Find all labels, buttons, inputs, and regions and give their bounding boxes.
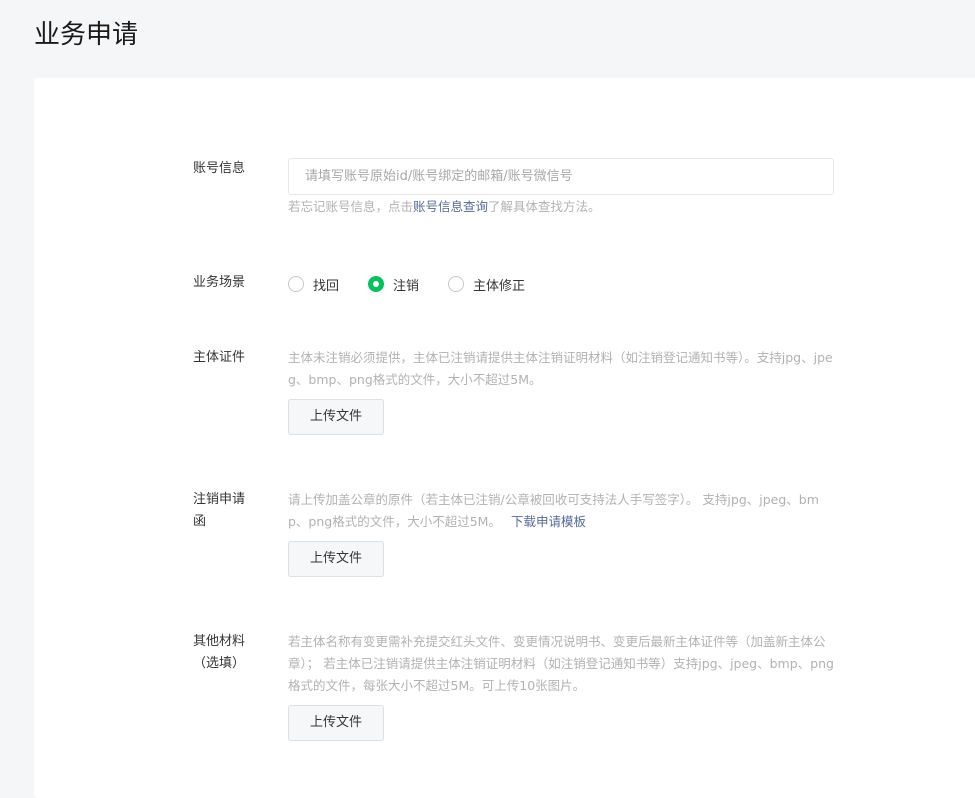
other-materials-control: 若主体名称有变更需补充提交红头文件、变更情况说明书、变更后最新主体证件等（加盖新… <box>288 631 834 741</box>
account-tip-prefix: 若忘记账号信息，点击 <box>288 199 414 214</box>
business-scene-label: 业务场景 <box>193 275 246 290</box>
cancel-letter-control: 请上传加盖公章的原件（若主体已注销/公章被回收可支持法人手写签字）。 支持jpg… <box>288 489 834 577</box>
account-info-input[interactable] <box>288 158 834 195</box>
account-info-label: 账号信息 <box>193 161 246 176</box>
scene-option-label: 找回 <box>313 278 340 294</box>
scene-radio-group: 找回 注销 主体修正 <box>288 273 834 295</box>
cancel-letter-upload-button[interactable]: 上传文件 <box>288 541 384 577</box>
account-tip-suffix: 了解具体查找方法。 <box>488 199 601 214</box>
subject-cert-upload-button[interactable]: 上传文件 <box>288 399 384 435</box>
scene-option-label: 主体修正 <box>473 278 526 294</box>
scene-option-retrieve[interactable]: 找回 <box>288 275 339 294</box>
radio-checked-icon[interactable] <box>368 276 385 292</box>
other-materials-upload-button[interactable]: 上传文件 <box>288 705 384 741</box>
other-materials-label: 其他材料（选填） <box>193 634 246 671</box>
subject-cert-label: 主体证件 <box>193 350 246 365</box>
subject-cert-tip: 主体未注销必须提供，主体已注销请提供主体注销证明材料（如注销登记通知书等）。支持… <box>288 350 833 387</box>
cancel-letter-tip: 请上传加盖公章的原件（若主体已注销/公章被回收可支持法人手写签字）。 支持jpg… <box>288 489 834 533</box>
account-info-control: 若忘记账号信息，点击账号信息查询了解具体查找方法。 <box>288 158 834 218</box>
scene-option-label: 注销 <box>393 278 420 294</box>
account-lookup-link[interactable]: 账号信息查询 <box>413 199 488 214</box>
subject-cert-control: 主体未注销必须提供，主体已注销请提供主体注销证明材料（如注销登记通知书等）。支持… <box>288 347 834 435</box>
radio-unchecked-icon[interactable] <box>288 276 304 292</box>
cancel-letter-label: 注销申请函 <box>193 492 246 529</box>
scene-option-cancel[interactable]: 注销 <box>368 275 419 294</box>
other-materials-tip: 若主体名称有变更需补充提交红头文件、变更情况说明书、变更后最新主体证件等（加盖新… <box>288 634 834 693</box>
business-scene-control: 找回 注销 主体修正 <box>288 273 834 295</box>
radio-unchecked-icon[interactable] <box>448 276 465 292</box>
application-form-card: 账号信息 若忘记账号信息，点击账号信息查询了解具体查找方法。 业务场景 找回 注… <box>34 78 975 798</box>
download-template-link[interactable]: 下载申请模板 <box>511 514 586 529</box>
scene-option-subject-correction[interactable]: 主体修正 <box>448 275 525 294</box>
account-info-tip: 若忘记账号信息，点击账号信息查询了解具体查找方法。 <box>288 196 834 218</box>
page-title: 业务申请 <box>34 20 139 50</box>
